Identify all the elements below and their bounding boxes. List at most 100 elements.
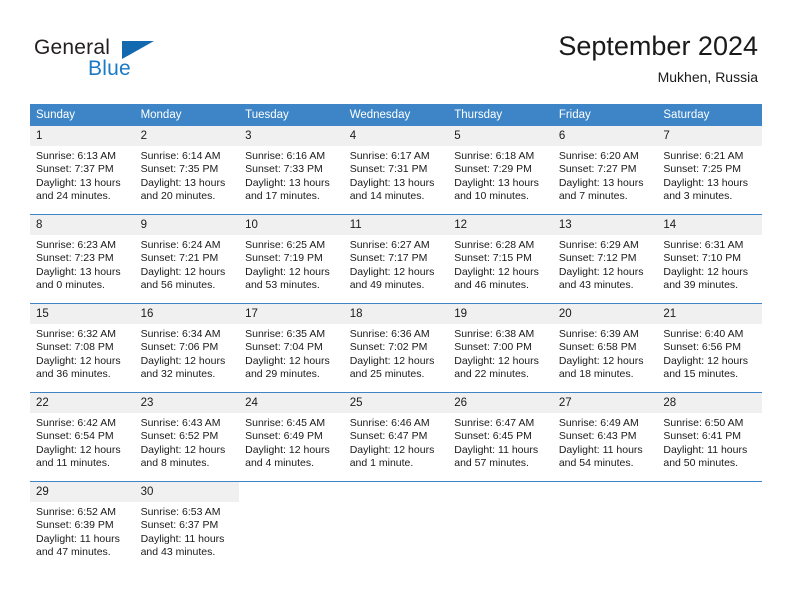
calendar-day-cell[interactable]: 24 Sunrise: 6:45 AM Sunset: 6:49 PM Dayligh… — [239, 392, 344, 482]
day-details: Sunrise: 6:20 AM Sunset: 7:27 PM Daylight:… — [553, 146, 658, 203]
calendar-day-cell[interactable]: 14 Sunrise: 6:31 AM Sunset: 7:10 PM Dayligh… — [657, 214, 762, 304]
day-number: 14 — [657, 215, 762, 235]
calendar-day-cell[interactable]: 18 Sunrise: 6:36 AM Sunset: 7:02 PM Dayligh… — [343, 303, 449, 393]
day-cell-empty — [239, 482, 344, 570]
day-cell-content: 14 Sunrise: 6:31 AM Sunset: 7:10 PM Dayligh… — [657, 215, 762, 303]
calendar-day-cell[interactable]: 17 Sunrise: 6:35 AM Sunset: 7:04 PM Dayligh… — [239, 303, 344, 393]
day-cell-content: 6 Sunrise: 6:20 AM Sunset: 7:27 PM Daylight… — [552, 126, 658, 214]
calendar-day-cell[interactable]: 15 Sunrise: 6:32 AM Sunset: 7:08 PM Dayligh… — [30, 303, 135, 393]
day-details: Sunrise: 6:40 AM Sunset: 6:56 PM Daylight:… — [657, 324, 762, 381]
daylight-text-line2: and 36 minutes. — [36, 367, 111, 380]
day-number: 29 — [30, 482, 135, 502]
calendar-day-cell[interactable]: 11 Sunrise: 6:27 AM Sunset: 7:17 PM Dayligh… — [343, 214, 449, 304]
calendar-day-cell[interactable]: 3 Sunrise: 6:16 AM Sunset: 7:33 PM Daylight… — [239, 126, 344, 215]
calendar-day-cell[interactable]: 16 Sunrise: 6:34 AM Sunset: 7:06 PM Dayligh… — [134, 303, 240, 393]
sunset-text: Sunset: 6:39 PM — [36, 519, 114, 532]
calendar-day-cell[interactable]: 27 Sunrise: 6:49 AM Sunset: 6:43 PM Dayligh… — [552, 392, 658, 482]
day-cell-content: 22 Sunrise: 6:42 AM Sunset: 6:54 PM Dayligh… — [30, 393, 135, 481]
calendar-day-cell[interactable]: 25 Sunrise: 6:46 AM Sunset: 6:47 PM Dayligh… — [343, 392, 449, 482]
day-details: Sunrise: 6:43 AM Sunset: 6:52 PM Daylight:… — [135, 413, 240, 470]
daylight-text-line2: and 0 minutes. — [36, 278, 105, 291]
daylight-text-line2: and 18 minutes. — [558, 367, 634, 380]
sunrise-text: Sunrise: 6:49 AM — [558, 417, 639, 429]
daylight-text-line1: Daylight: 12 hours — [454, 265, 539, 278]
calendar-day-cell[interactable]: 5 Sunrise: 6:18 AM Sunset: 7:29 PM Daylight… — [448, 126, 553, 215]
day-details: Sunrise: 6:42 AM Sunset: 6:54 PM Daylight:… — [30, 413, 135, 470]
sunrise-text: Sunrise: 6:43 AM — [140, 417, 221, 429]
day-cell-content: 15 Sunrise: 6:32 AM Sunset: 7:08 PM Dayligh… — [30, 304, 135, 392]
calendar-day-cell[interactable]: 30 Sunrise: 6:53 AM Sunset: 6:37 PM Dayligh… — [134, 481, 240, 570]
calendar-day-cell[interactable]: 13 Sunrise: 6:29 AM Sunset: 7:12 PM Dayligh… — [552, 214, 658, 304]
day-details: Sunrise: 6:23 AM Sunset: 7:23 PM Daylight:… — [30, 235, 135, 292]
sunrise-text: Sunrise: 6:36 AM — [349, 328, 430, 340]
calendar-day-cell[interactable]: 6 Sunrise: 6:20 AM Sunset: 7:27 PM Daylight… — [552, 126, 658, 215]
daylight-text-line2: and 47 minutes. — [36, 545, 111, 558]
day-cell-content: 29 Sunrise: 6:52 AM Sunset: 6:39 PM Dayligh… — [30, 482, 135, 570]
sunset-text: Sunset: 6:45 PM — [454, 430, 532, 443]
day-number: 17 — [239, 304, 344, 324]
day-cell-empty — [657, 482, 762, 570]
sunset-text: Sunset: 7:35 PM — [140, 163, 219, 176]
brand-logo[interactable]: General Blue — [34, 36, 224, 90]
day-number: 28 — [657, 393, 762, 413]
day-cell-content: 2 Sunrise: 6:14 AM Sunset: 7:35 PM Daylight… — [134, 126, 240, 214]
daylight-text-line1: Daylight: 12 hours — [663, 354, 749, 367]
sunset-text: Sunset: 6:43 PM — [558, 430, 637, 443]
daylight-text-line2: and 20 minutes. — [140, 189, 216, 202]
calendar-day-cell[interactable]: 23 Sunrise: 6:43 AM Sunset: 6:52 PM Dayligh… — [134, 392, 240, 482]
calendar-day-cell[interactable]: 29 Sunrise: 6:52 AM Sunset: 6:39 PM Dayligh… — [30, 481, 135, 570]
day-number — [657, 482, 762, 502]
sunrise-text: Sunrise: 6:20 AM — [558, 150, 639, 162]
calendar-day-cell[interactable]: 2 Sunrise: 6:14 AM Sunset: 7:35 PM Daylight… — [134, 126, 240, 215]
calendar-day-cell[interactable]: 21 Sunrise: 6:40 AM Sunset: 6:56 PM Dayligh… — [657, 303, 762, 393]
day-cell-content: 18 Sunrise: 6:36 AM Sunset: 7:02 PM Dayligh… — [343, 304, 449, 392]
sunset-text: Sunset: 7:10 PM — [663, 252, 742, 265]
daylight-text-line2: and 11 minutes. — [36, 456, 110, 469]
page-header: General Blue September 2024 Mukhen, Russ… — [0, 0, 792, 100]
calendar-day-cell[interactable]: 28 Sunrise: 6:50 AM Sunset: 6:41 PM Dayligh… — [657, 392, 762, 482]
weekday-header-monday: Monday — [134, 104, 240, 126]
day-number — [239, 482, 344, 502]
day-cell-content: 30 Sunrise: 6:53 AM Sunset: 6:37 PM Dayligh… — [134, 482, 240, 570]
day-cell-content: 13 Sunrise: 6:29 AM Sunset: 7:12 PM Dayligh… — [552, 215, 658, 303]
sunset-text: Sunset: 6:58 PM — [558, 341, 637, 354]
daylight-text-line1: Daylight: 12 hours — [454, 354, 539, 367]
calendar-day-cell[interactable]: 12 Sunrise: 6:28 AM Sunset: 7:15 PM Dayligh… — [448, 214, 553, 304]
calendar-day-cell[interactable]: 4 Sunrise: 6:17 AM Sunset: 7:31 PM Daylight… — [343, 126, 449, 215]
day-number: 27 — [552, 393, 658, 413]
calendar-day-cell[interactable]: 10 Sunrise: 6:25 AM Sunset: 7:19 PM Dayligh… — [239, 214, 344, 304]
sunset-text: Sunset: 6:49 PM — [245, 430, 323, 443]
day-details: Sunrise: 6:14 AM Sunset: 7:35 PM Daylight:… — [135, 146, 240, 203]
day-cell-content: 12 Sunrise: 6:28 AM Sunset: 7:15 PM Dayligh… — [448, 215, 553, 303]
day-details: Sunrise: 6:36 AM Sunset: 7:02 PM Daylight:… — [344, 324, 449, 381]
daylight-text-line1: Daylight: 12 hours — [663, 265, 749, 278]
calendar-day-cell[interactable]: 9 Sunrise: 6:24 AM Sunset: 7:21 PM Daylight… — [134, 214, 240, 304]
brand-name-blue: Blue — [88, 57, 131, 80]
day-number: 12 — [448, 215, 553, 235]
sunrise-text: Sunrise: 6:45 AM — [245, 417, 326, 429]
calendar-day-cell[interactable]: 19 Sunrise: 6:38 AM Sunset: 7:00 PM Dayligh… — [448, 303, 553, 393]
calendar-day-cell[interactable] — [343, 481, 449, 570]
calendar-day-cell[interactable]: 7 Sunrise: 6:21 AM Sunset: 7:25 PM Daylight… — [657, 126, 762, 215]
day-cell-content: 7 Sunrise: 6:21 AM Sunset: 7:25 PM Daylight… — [657, 126, 762, 214]
daylight-text-line2: and 14 minutes. — [349, 189, 425, 202]
weekday-header-friday: Friday — [552, 104, 658, 126]
calendar-day-cell[interactable] — [239, 481, 344, 570]
calendar-day-cell[interactable] — [552, 481, 658, 570]
calendar-day-cell[interactable]: 22 Sunrise: 6:42 AM Sunset: 6:54 PM Dayligh… — [30, 392, 135, 482]
daylight-text-line2: and 43 minutes. — [558, 278, 634, 291]
weekday-header-tuesday: Tuesday — [239, 104, 344, 126]
calendar-day-cell[interactable]: 1 Sunrise: 6:13 AM Sunset: 7:37 PM Daylight… — [30, 126, 135, 215]
day-details: Sunrise: 6:32 AM Sunset: 7:08 PM Daylight:… — [30, 324, 135, 381]
day-number: 18 — [343, 304, 449, 324]
calendar-day-cell[interactable]: 20 Sunrise: 6:39 AM Sunset: 6:58 PM Dayligh… — [552, 303, 658, 393]
daylight-text-line1: Daylight: 12 hours — [349, 354, 435, 367]
calendar-day-cell[interactable] — [657, 481, 762, 570]
day-number: 9 — [134, 215, 240, 235]
day-number: 15 — [30, 304, 135, 324]
daylight-text-line1: Daylight: 13 hours — [140, 176, 226, 189]
calendar-day-cell[interactable]: 8 Sunrise: 6:23 AM Sunset: 7:23 PM Daylight… — [30, 214, 135, 304]
calendar-day-cell[interactable]: 26 Sunrise: 6:47 AM Sunset: 6:45 PM Dayligh… — [448, 392, 553, 482]
day-details: Sunrise: 6:16 AM Sunset: 7:33 PM Daylight:… — [239, 146, 344, 203]
calendar-day-cell[interactable] — [448, 481, 553, 570]
